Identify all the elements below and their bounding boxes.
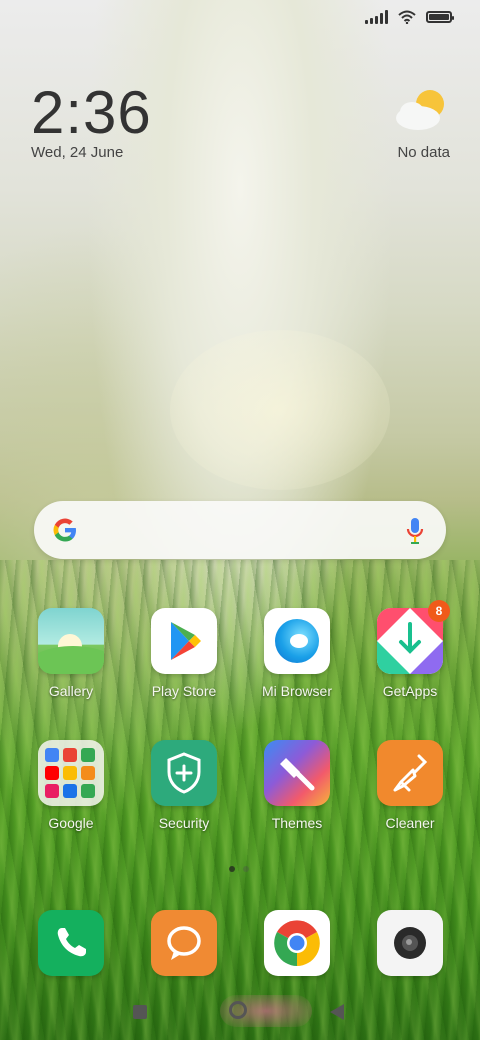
security-icon [151, 740, 217, 806]
app-label: Security [158, 815, 210, 831]
dock-messaging[interactable] [129, 910, 239, 976]
signal-icon [365, 10, 388, 24]
dock-chrome[interactable] [242, 910, 352, 976]
partly-cloudy-icon[interactable] [394, 86, 450, 134]
app-label: Play Store [151, 683, 217, 699]
app-google-folder[interactable]: Google [16, 740, 126, 831]
gallery-icon [38, 608, 104, 674]
app-label: GetApps [382, 683, 438, 699]
microphone-icon[interactable] [406, 517, 424, 545]
app-gallery[interactable]: Gallery [16, 608, 126, 699]
app-security[interactable]: Security [129, 740, 239, 831]
app-label: Gallery [48, 683, 94, 699]
dock-phone[interactable] [16, 910, 126, 976]
google-icon [53, 518, 76, 542]
themes-icon [264, 740, 330, 806]
clock-time[interactable]: 2:36 [31, 78, 152, 148]
clock-date[interactable]: Wed, 24 June [31, 144, 123, 161]
camera-icon [377, 910, 443, 976]
navigation-bar [0, 990, 480, 1040]
status-bar [365, 10, 454, 24]
google-folder-icon [38, 740, 104, 806]
sun-glow [170, 330, 390, 490]
back-button[interactable] [330, 1004, 344, 1020]
app-mi-browser[interactable]: Mi Browser [242, 608, 352, 699]
app-getapps[interactable]: 8 GetApps [355, 600, 465, 699]
play-store-icon [151, 608, 217, 674]
app-cleaner[interactable]: Cleaner [355, 740, 465, 831]
messaging-icon [151, 910, 217, 976]
recents-button[interactable] [133, 1005, 147, 1019]
weather-status[interactable]: No data [397, 144, 450, 161]
phone-icon [38, 910, 104, 976]
wifi-icon [398, 10, 416, 24]
app-play-store[interactable]: Play Store [129, 608, 239, 699]
mi-browser-icon [264, 608, 330, 674]
page-indicator [229, 866, 249, 872]
app-themes[interactable]: Themes [242, 740, 352, 831]
notification-badge: 8 [428, 600, 450, 622]
home-button[interactable] [229, 1001, 247, 1019]
cleaner-icon [377, 740, 443, 806]
page-dot [243, 866, 249, 872]
app-label: Themes [271, 815, 323, 831]
app-label: Google [48, 815, 94, 831]
page-dot-active [229, 866, 235, 872]
dock-camera[interactable] [355, 910, 465, 976]
chrome-icon [264, 910, 330, 976]
battery-icon [426, 11, 454, 23]
google-search-bar[interactable] [34, 501, 446, 559]
app-label: Cleaner [385, 815, 435, 831]
app-label: Mi Browser [261, 683, 332, 699]
